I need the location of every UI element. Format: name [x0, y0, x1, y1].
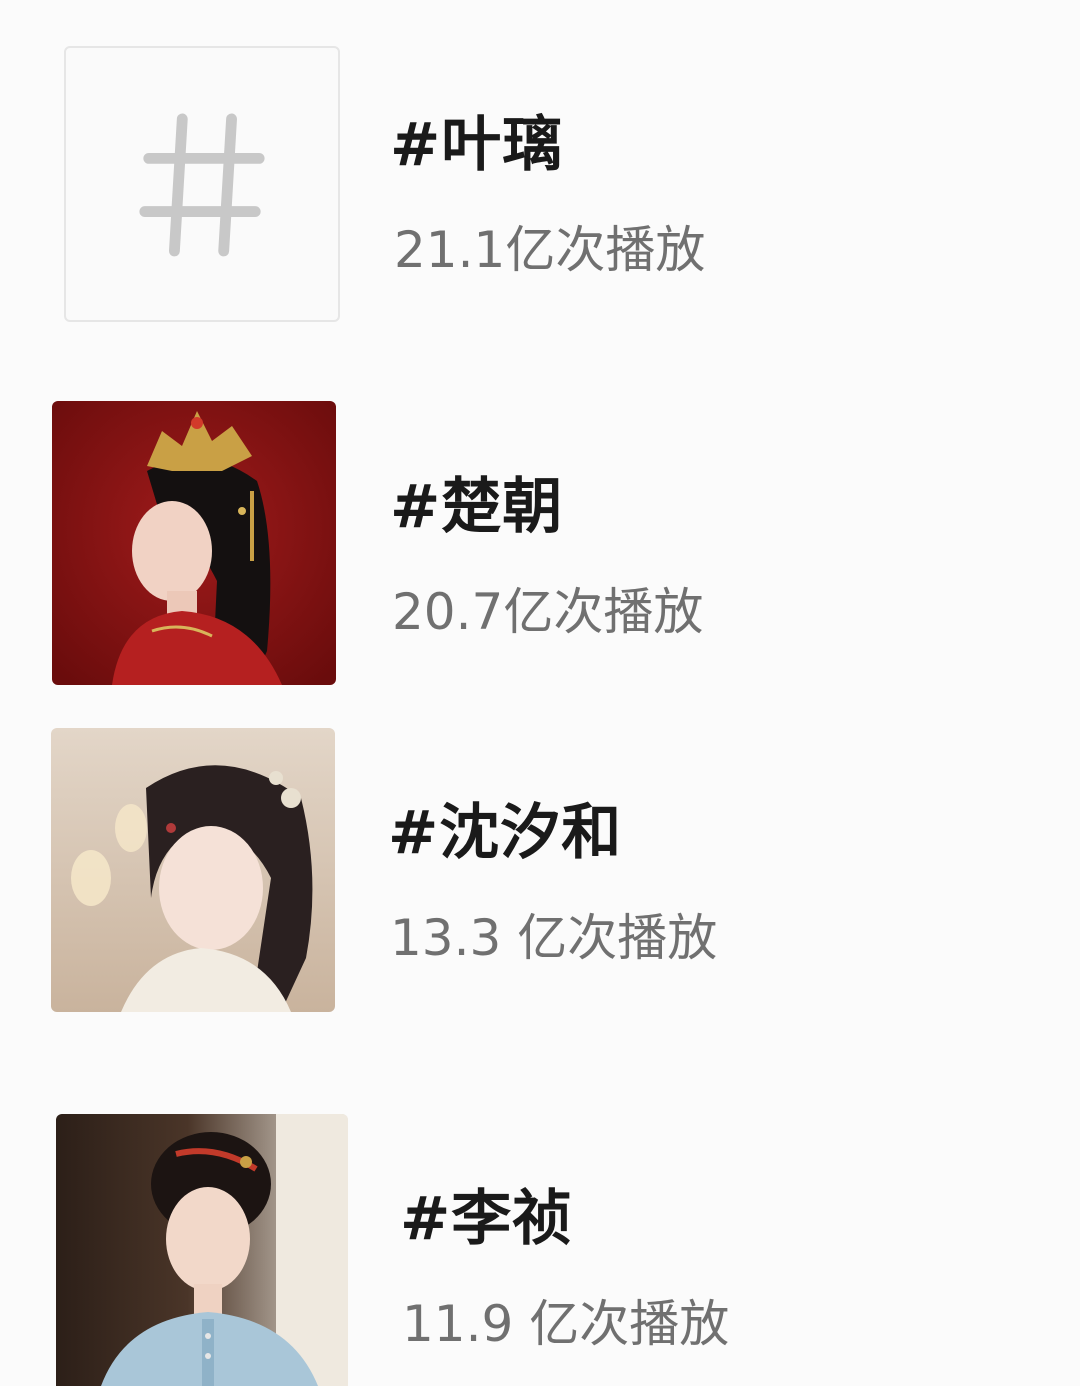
- play-count: 11.9 亿次播放: [402, 1295, 730, 1353]
- topic-title[interactable]: #叶璃: [390, 96, 563, 183]
- play-count: 20.7亿次播放: [392, 583, 704, 641]
- topic-item-lizhen[interactable]: #李祯 11.9 亿次播放: [0, 1096, 1080, 1386]
- hashtag-icon: [139, 113, 265, 257]
- portrait-red-costume: [52, 401, 336, 685]
- topic-item-shenxihe[interactable]: #沈汐和 13.3 亿次播放: [0, 710, 1080, 1040]
- portrait-white-costume: [51, 728, 335, 1012]
- topic-thumbnail[interactable]: [64, 46, 340, 322]
- topic-title[interactable]: #沈汐和: [388, 784, 622, 871]
- topic-item-yeli[interactable]: #叶璃 21.1亿次播放: [0, 0, 1080, 360]
- play-count: 21.1亿次播放: [394, 221, 706, 279]
- topic-item-chuchao[interactable]: #楚朝 20.7亿次播放: [0, 380, 1080, 710]
- topic-thumbnail[interactable]: [51, 728, 335, 1012]
- portrait-blue-costume: [56, 1114, 348, 1386]
- topic-thumbnail[interactable]: [56, 1114, 348, 1386]
- topic-thumbnail[interactable]: [52, 401, 336, 685]
- topic-title[interactable]: #李祯: [400, 1170, 573, 1257]
- play-count: 13.3 亿次播放: [390, 909, 718, 967]
- topic-title[interactable]: #楚朝: [390, 458, 563, 545]
